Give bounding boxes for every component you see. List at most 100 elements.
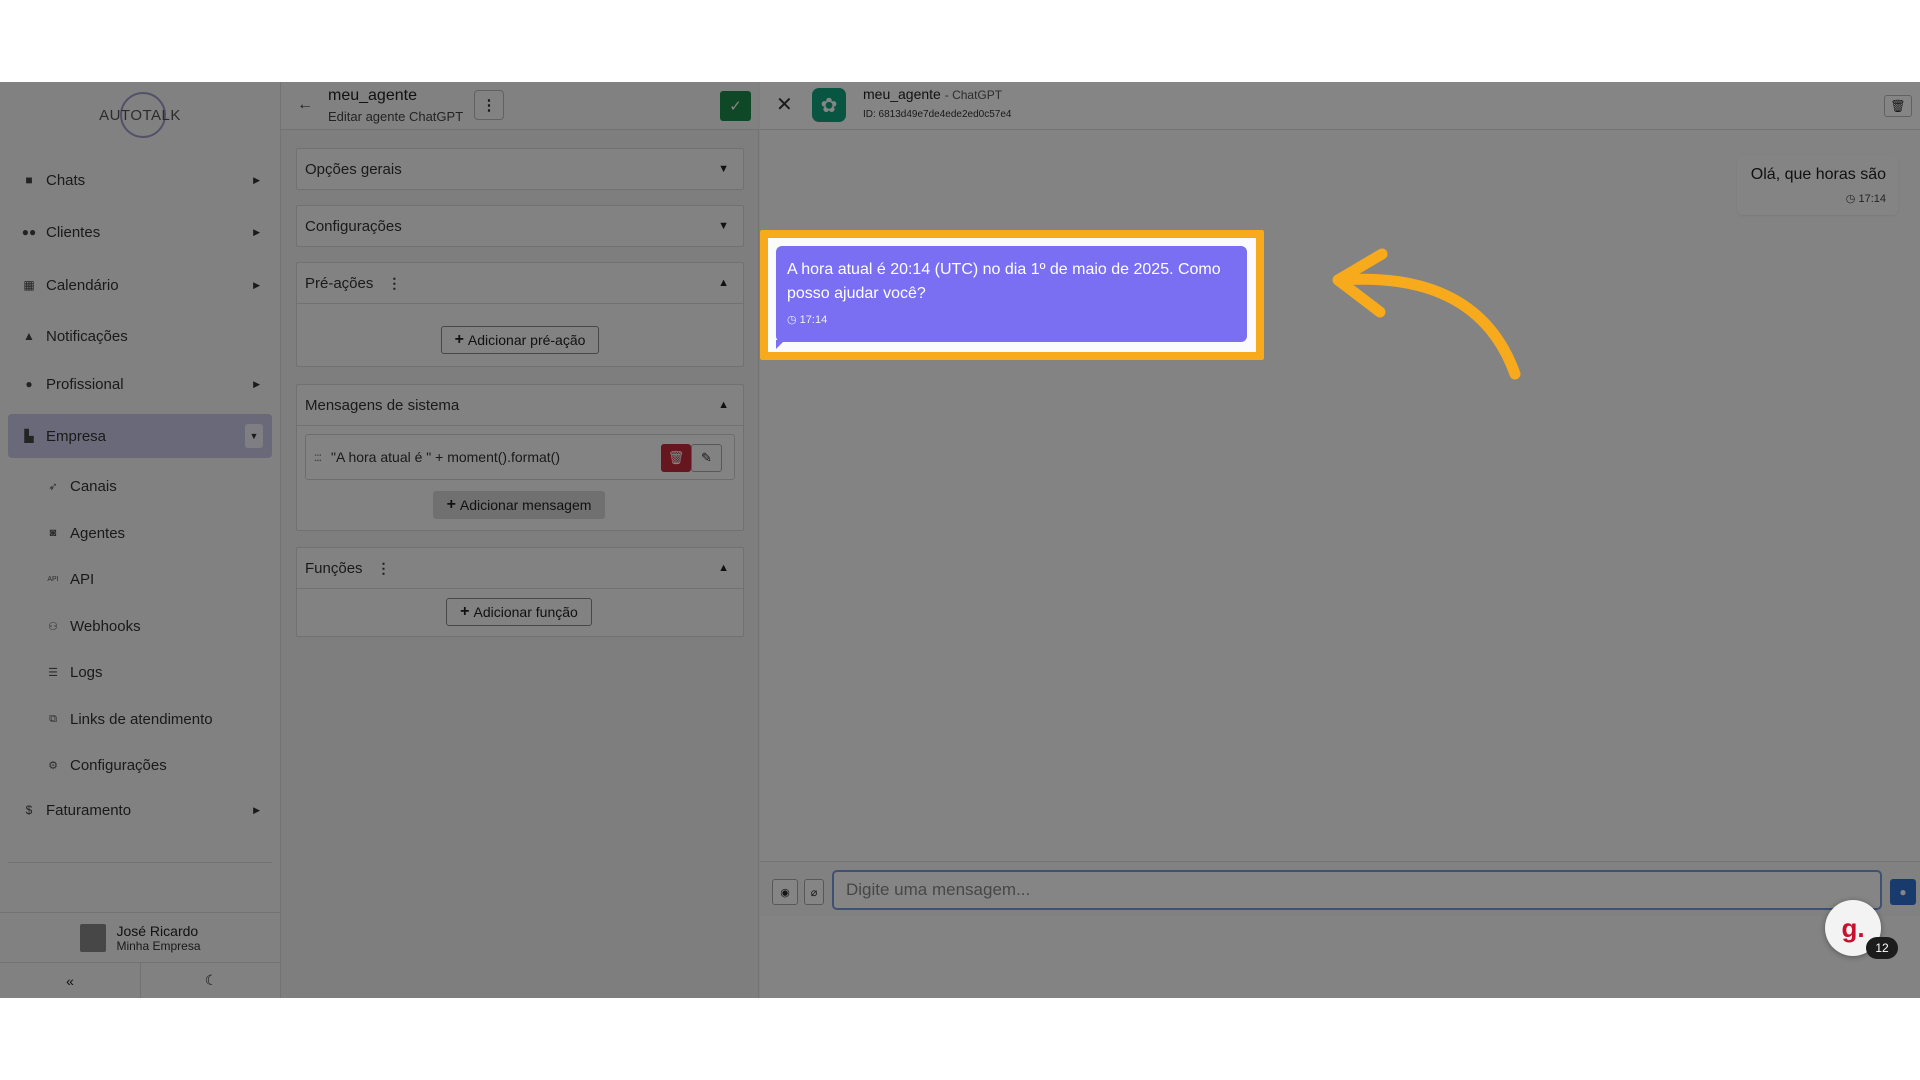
- sidebar-subitem-logs[interactable]: ☰ Logs: [46, 657, 102, 687]
- help-badge: 12: [1866, 937, 1898, 959]
- chat-icon: ■: [25, 173, 33, 187]
- openai-icon: ✿: [820, 94, 838, 117]
- message-timestamp: 17:14: [799, 314, 828, 326]
- chevron-down-icon: ▼: [718, 163, 729, 175]
- camera-icon: ◉: [780, 886, 790, 899]
- user-tie-icon: ●: [25, 377, 33, 391]
- sidebar-item-profissional[interactable]: ● Profissional ▶: [8, 362, 272, 406]
- chat-id: ID: 6813d49e7de4ede2ed0c57e4: [863, 109, 1012, 120]
- message-input[interactable]: [832, 870, 1882, 910]
- dark-mode-toggle[interactable]: ☾: [141, 963, 281, 998]
- bell-icon: ▲: [23, 329, 35, 343]
- section-title: Pré-ações: [305, 274, 374, 292]
- help-widget-letter: g.: [1841, 912, 1865, 943]
- add-message-button[interactable]: + Adicionar mensagem: [433, 491, 605, 519]
- users-icon: ●●: [21, 225, 37, 239]
- pencil-icon: ✎: [701, 450, 712, 465]
- sidebar-subitem-label: Configurações: [70, 756, 167, 774]
- section-body: + Adicionar função: [297, 588, 743, 636]
- autotalk-logo[interactable]: AUTOTALK: [98, 92, 182, 138]
- webhook-icon: ⚇: [48, 620, 58, 633]
- section-body: ::: "A hora atual é " + moment().format(…: [297, 425, 743, 530]
- user-profile[interactable]: José Ricardo Minha Empresa: [0, 912, 281, 962]
- add-function-button[interactable]: + Adicionar função: [446, 598, 592, 626]
- bot-message: A hora atual é 20:14 (UTC) no dia 1º de …: [776, 246, 1247, 342]
- sidebar-item-chats[interactable]: ■ Chats ▶: [8, 158, 272, 202]
- section-header[interactable]: Mensagens de sistema ▲: [297, 385, 743, 425]
- close-icon[interactable]: ✕: [776, 92, 793, 117]
- sidebar-divider: [8, 862, 272, 863]
- section-pre-actions: Pré-ações ⋮ ▲ + Adicionar pré-ação: [296, 262, 744, 367]
- chevron-up-icon: ▲: [718, 399, 729, 411]
- edit-message-button[interactable]: ✎: [691, 444, 722, 472]
- section-functions: Funções ⋮ ▲ + Adicionar função: [296, 547, 744, 637]
- system-message-text: "A hora atual é " + moment().format(): [331, 449, 560, 465]
- bot-message-tail: [776, 340, 785, 349]
- attach-button[interactable]: ⌀: [804, 879, 824, 905]
- sidebar-subitem-links[interactable]: ⧉ Links de atendimento: [46, 704, 213, 734]
- user-company: Minha Empresa: [116, 938, 201, 953]
- sidebar-item-label: Profissional: [46, 375, 124, 393]
- add-pre-action-button[interactable]: + Adicionar pré-ação: [441, 326, 599, 354]
- camera-button[interactable]: ◉: [772, 879, 798, 905]
- chevron-down-icon: ▼: [718, 220, 729, 232]
- double-chevron-left-icon: «: [66, 972, 74, 989]
- section-title: Mensagens de sistema: [305, 396, 460, 414]
- sidebar-item-label: Notificações: [46, 327, 128, 345]
- delete-message-button[interactable]: 🗑: [661, 444, 691, 472]
- sidebar-item-faturamento[interactable]: $ Faturamento ▶: [8, 788, 272, 832]
- sidebar-item-label: Calendário: [46, 276, 119, 294]
- api-icon: API: [47, 575, 59, 583]
- microphone-icon: ●: [1899, 885, 1907, 899]
- sidebar-item-label: Chats: [46, 171, 86, 189]
- section-header[interactable]: Opções gerais ▼: [297, 149, 743, 189]
- sidebar-item-label: Faturamento: [46, 801, 132, 819]
- agent-menu-button[interactable]: ⋮: [474, 90, 504, 120]
- clear-chat-button[interactable]: 🗑: [1884, 95, 1912, 117]
- message-time: ◷ 17:14: [787, 313, 1235, 326]
- message-timestamp: 17:14: [1858, 193, 1886, 205]
- section-title: Configurações: [305, 217, 402, 235]
- section-header[interactable]: Configurações ▼: [297, 206, 743, 246]
- agent-name: meu_agente: [328, 87, 417, 104]
- sidebar-item-notificacoes[interactable]: ▲ Notificações: [8, 314, 272, 358]
- sidebar-item-empresa[interactable]: ▙ Empresa ▼: [8, 414, 272, 458]
- sidebar-item-calendario[interactable]: ▦ Calendário ▶: [8, 263, 272, 307]
- kebab-icon[interactable]: ⋮: [387, 275, 401, 292]
- caret-down-icon[interactable]: ▼: [245, 424, 263, 448]
- gear-icon: ⚙: [48, 759, 58, 772]
- sidebar-item-clientes[interactable]: ●● Clientes ▶: [8, 210, 272, 254]
- collapse-sidebar-button[interactable]: «: [0, 963, 141, 998]
- sidebar-footer: « ☾: [0, 962, 281, 998]
- sidebar-subitem-configuracoes[interactable]: ⚙ Configurações: [46, 750, 167, 780]
- sidebar-subitem-webhooks[interactable]: ⚇ Webhooks: [46, 611, 141, 641]
- chevron-up-icon: ▲: [718, 562, 729, 574]
- user-info: José Ricardo Minha Empresa: [116, 923, 200, 953]
- caret-right-icon: ▶: [253, 226, 260, 237]
- drag-handle-icon[interactable]: :::: [314, 450, 322, 464]
- button-label: Adicionar mensagem: [459, 497, 592, 513]
- back-arrow-icon[interactable]: ←: [297, 96, 313, 114]
- avatar: [80, 923, 107, 952]
- sidebar-item-label: Empresa: [46, 427, 107, 445]
- sidebar-subitem-api[interactable]: API API: [46, 564, 94, 594]
- chatgpt-avatar: ✿: [812, 88, 846, 122]
- system-message-row: ::: "A hora atual é " + moment().format(…: [305, 434, 735, 480]
- moon-icon: ☾: [204, 972, 218, 988]
- microphone-button[interactable]: ●: [1890, 879, 1916, 905]
- section-header[interactable]: Funções ⋮ ▲: [297, 548, 743, 588]
- message-composer: ◉ ⌀ ●: [760, 861, 1920, 916]
- caret-right-icon: ▶: [253, 804, 260, 815]
- button-label: Adicionar pré-ação: [467, 332, 586, 348]
- kebab-icon[interactable]: ⋮: [377, 560, 391, 577]
- building-icon: ▙: [24, 429, 34, 443]
- section-header[interactable]: Pré-ações ⋮ ▲: [297, 263, 743, 303]
- sidebar-subitem-agentes[interactable]: ◙ Agentes: [46, 518, 125, 548]
- section-system-messages: Mensagens de sistema ▲ ::: "A hora atual…: [296, 384, 744, 531]
- sidebar-subitem-label: API: [70, 570, 95, 588]
- trash-icon: 🗑: [1890, 99, 1906, 113]
- save-button[interactable]: ✓: [720, 91, 751, 121]
- chat-title: meu_agente - ChatGPT: [863, 86, 1002, 102]
- caret-right-icon: ▶: [253, 279, 260, 290]
- sidebar-subitem-canais[interactable]: ➶ Canais: [46, 471, 116, 501]
